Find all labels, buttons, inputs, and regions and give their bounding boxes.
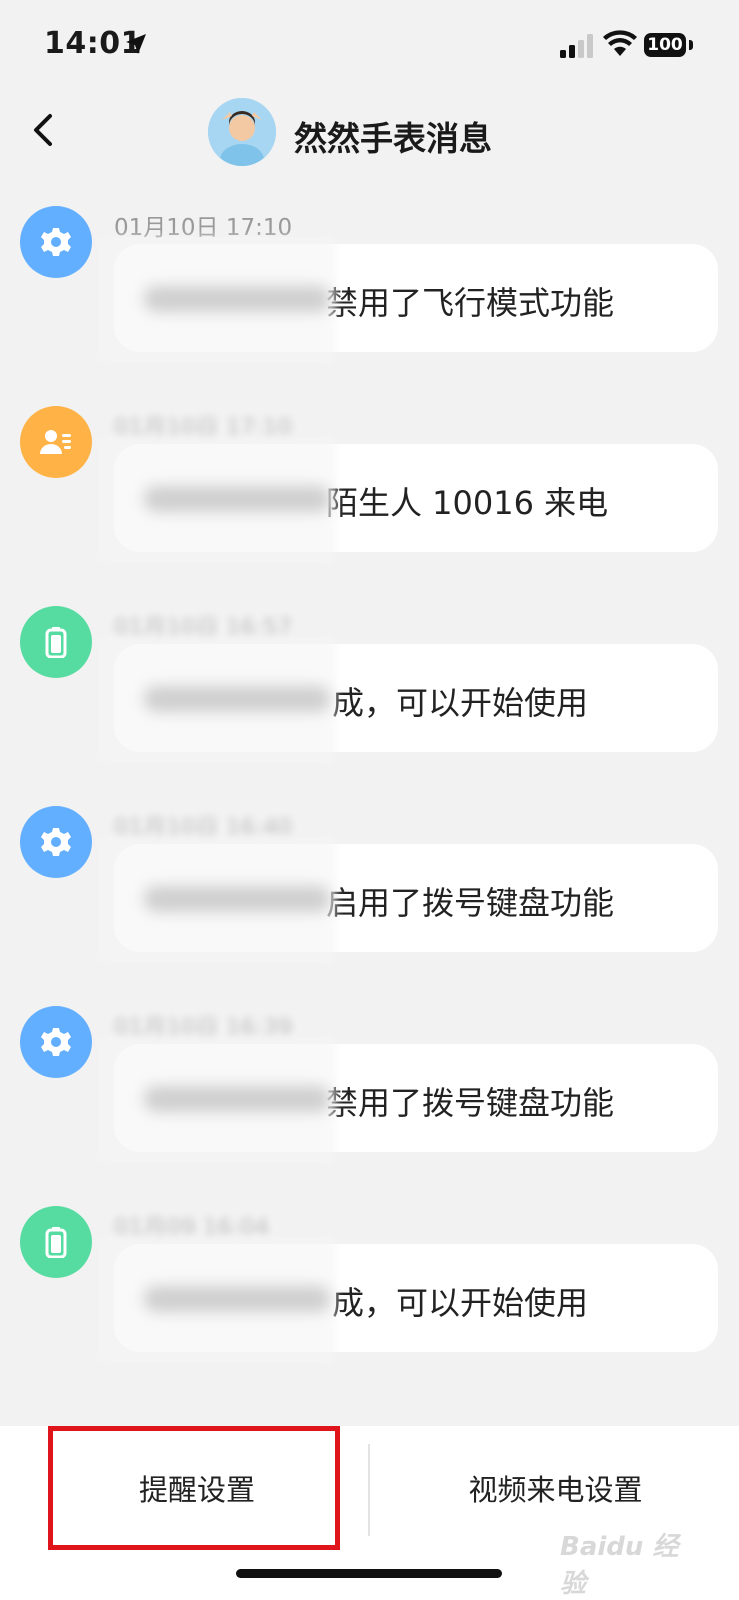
message-type-badge: [20, 406, 92, 478]
message-text: 陌生人 10016 来电: [326, 484, 609, 522]
battery-indicator: 100: [644, 33, 686, 57]
battery-icon: [45, 1227, 67, 1258]
avatar[interactable]: [208, 98, 276, 166]
message-type-badge: [20, 206, 92, 278]
message-type-badge: [20, 606, 92, 678]
message-item: 01月10日 17:10 陌生人 10016 来电: [0, 406, 739, 606]
home-indicator[interactable]: [236, 1569, 502, 1578]
message-type-badge: [20, 1206, 92, 1278]
message-text: 成，可以开始使用: [332, 1284, 589, 1322]
privacy-blur-text: [144, 1286, 330, 1312]
message-text: 禁用了飞行模式功能: [326, 284, 615, 322]
message-item: 01月10日 16:57 成，可以开始使用: [0, 606, 739, 806]
gear-icon: [41, 228, 71, 256]
gear-icon: [41, 828, 71, 856]
message-item: 01月10日 17:10 禁用了飞行模式功能: [0, 206, 739, 406]
message-text: 成，可以开始使用: [332, 684, 589, 722]
battery-tip: [689, 40, 693, 50]
message-text: 禁用了拨号键盘功能: [326, 1084, 615, 1122]
message-item: 01月10日 16:39 禁用了拨号键盘功能: [0, 1006, 739, 1206]
child-avatar-icon: [208, 98, 276, 166]
privacy-blur-text: [144, 486, 330, 512]
bottom-action-bar: 提醒设置 视频来电设置 Baidu 经验: [0, 1426, 739, 1600]
button-divider: [368, 1444, 370, 1536]
back-chevron-icon[interactable]: [26, 108, 62, 152]
nav-header: 然然手表消息: [0, 92, 739, 174]
message-item: 01月10日 16:40 启用了拨号键盘功能: [0, 806, 739, 1006]
contact-card-icon: [40, 430, 71, 454]
privacy-blur-text: [144, 286, 330, 312]
privacy-blur-text: [144, 886, 330, 912]
message-text: 启用了拨号键盘功能: [326, 884, 615, 922]
wifi-icon: [603, 30, 637, 56]
privacy-blur-text: [144, 1086, 330, 1112]
watermark: Baidu 经验: [560, 1532, 679, 1599]
gear-icon: [41, 1028, 71, 1056]
message-type-badge: [20, 1006, 92, 1078]
highlight-box: [48, 1426, 340, 1550]
status-bar: 14:01 100: [0, 0, 739, 92]
message-type-badge: [20, 806, 92, 878]
privacy-blur-text: [144, 686, 330, 712]
video-call-settings-button[interactable]: 视频来电设置: [372, 1450, 739, 1530]
location-arrow-icon: [126, 34, 146, 54]
cellular-signal-icon: [560, 34, 593, 58]
message-item: 01月09 16:04 成，可以开始使用: [0, 1206, 739, 1406]
page-title: 然然手表消息: [294, 119, 492, 158]
battery-icon: [45, 627, 67, 658]
